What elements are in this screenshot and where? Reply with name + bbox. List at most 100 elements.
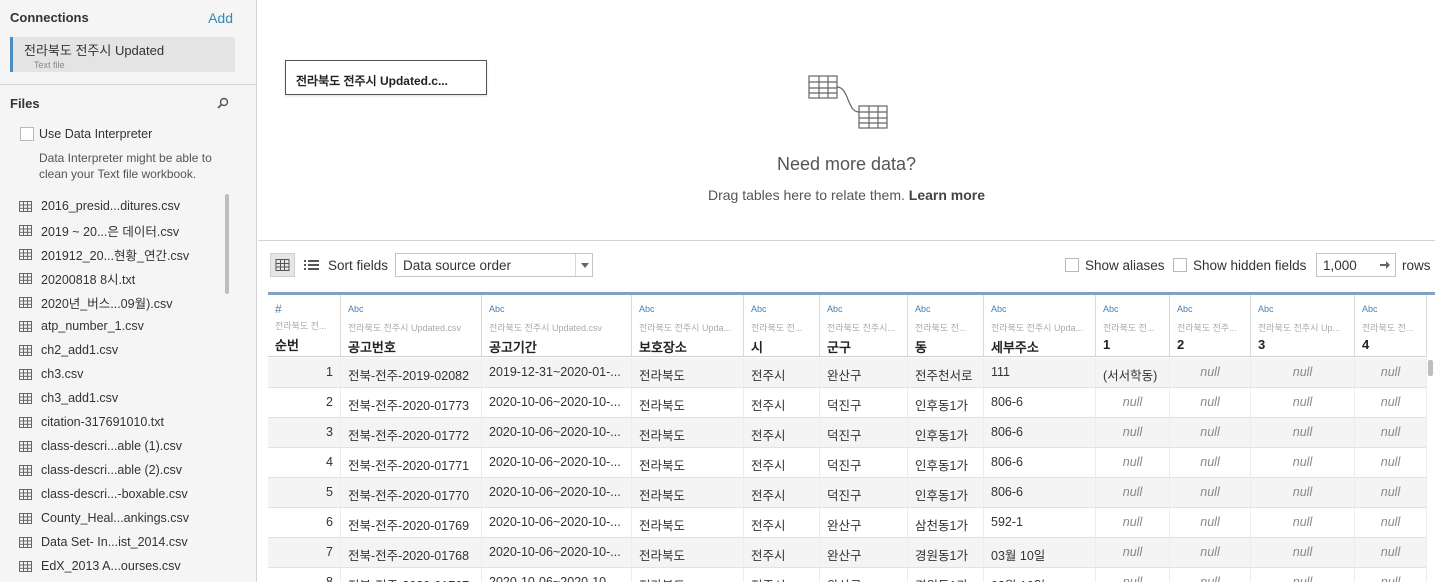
- table-cell: null: [1355, 388, 1427, 418]
- connection-name: 전라북도 전주시 Updated: [24, 43, 165, 58]
- table-cell: null: [1251, 568, 1355, 582]
- rows-count-input[interactable]: 1,000: [1316, 253, 1396, 277]
- file-item[interactable]: 2019 ~ 20...은 데이터.csv: [0, 218, 225, 242]
- column-header[interactable]: Abc 전라북도 전주시 Up... 3: [1251, 295, 1355, 357]
- search-icon[interactable]: [217, 97, 229, 109]
- file-item[interactable]: ch3.csv: [0, 362, 225, 386]
- join-canvas[interactable]: 전라북도 전주시 Updated.c... Need more data? Dr…: [258, 0, 1435, 241]
- table-cell: 2019-12-31~2020-01-...: [482, 358, 632, 388]
- grid-view-button[interactable]: [270, 253, 295, 277]
- table-icon: [19, 296, 32, 308]
- table-icon: [19, 368, 32, 380]
- table-cell: 8: [268, 568, 341, 582]
- table-cell: null: [1355, 358, 1427, 388]
- show-aliases-checkbox[interactable]: [1065, 258, 1079, 272]
- table-row: 5 전북-전주-2020-01770 2020-10-06~2020-10-... 전…: [268, 478, 1427, 508]
- table-cell: 806-6: [984, 388, 1096, 418]
- column-source: 전라북도 전주시 Upda...: [991, 323, 1083, 333]
- grid-scrollbar[interactable]: [1428, 360, 1433, 376]
- column-header[interactable]: Abc 전라북도 전... 시: [744, 295, 820, 357]
- file-item[interactable]: EdX_2013 A...ourses.csv: [0, 554, 225, 578]
- learn-more-link[interactable]: Learn more: [909, 187, 985, 203]
- table-cell: 전북-전주-2019-02082: [341, 358, 482, 388]
- table-card[interactable]: 전라북도 전주시 Updated.c...: [285, 60, 487, 95]
- table-cell: null: [1096, 478, 1170, 508]
- file-item[interactable]: 20200818 8시.txt: [0, 266, 225, 290]
- use-data-interpreter-checkbox[interactable]: [20, 127, 34, 141]
- table-cell: 2020-10-06~2020-10-...: [482, 568, 632, 582]
- rows-label: rows: [1402, 258, 1431, 273]
- table-cell: null: [1170, 538, 1251, 568]
- table-cell: 전라북도: [632, 508, 744, 538]
- rows-count-value: 1,000: [1323, 258, 1357, 273]
- table-icon: [19, 320, 32, 332]
- table-cell: 전주시: [744, 478, 820, 508]
- table-cell: 전주시: [744, 508, 820, 538]
- file-item[interactable]: ch3_add1.csv: [0, 386, 225, 410]
- file-name: 2020년_버스...09월).csv: [41, 296, 173, 311]
- data-grid: # 전라북도 전... 순번 Abc 전라북도 전주시 Updated.csv 공고번호 A…: [258, 292, 1435, 582]
- table-cell: (서서학동): [1096, 358, 1170, 388]
- arrow-right-icon[interactable]: [1379, 259, 1391, 271]
- table-cell: 전라북도: [632, 448, 744, 478]
- file-item[interactable]: ch2_add1.csv: [0, 338, 225, 362]
- column-header[interactable]: # 전라북도 전... 순번: [268, 295, 341, 357]
- table-cell: 덕진구: [820, 418, 908, 448]
- field-type-icon: Abc: [751, 304, 767, 314]
- sort-fields-dropdown[interactable]: Data source order: [395, 253, 593, 277]
- table-cell: 전북-전주-2020-01772: [341, 418, 482, 448]
- file-item[interactable]: atp_number_1.csv: [0, 314, 225, 338]
- file-item[interactable]: County_Heal...ankings.csv: [0, 506, 225, 530]
- file-item[interactable]: class-descri...-boxable.csv: [0, 482, 225, 506]
- table-cell: 2020-10-06~2020-10-...: [482, 508, 632, 538]
- table-cell: 전주시: [744, 358, 820, 388]
- show-hidden-fields-checkbox[interactable]: [1173, 258, 1187, 272]
- file-list-scrollbar[interactable]: [225, 194, 229, 294]
- table-cell: null: [1251, 418, 1355, 448]
- file-item[interactable]: 2016_presid...ditures.csv: [0, 194, 225, 218]
- column-header[interactable]: Abc 전라북도 전... 4: [1355, 295, 1427, 357]
- table-row: 2 전북-전주-2020-01773 2020-10-06~2020-10-... 전…: [268, 388, 1427, 418]
- column-name: 군구: [827, 340, 851, 355]
- table-cell: 2: [268, 388, 341, 418]
- table-cell: 전북-전주-2020-01769: [341, 508, 482, 538]
- field-type-icon: Abc: [827, 304, 843, 314]
- column-header[interactable]: Abc 전라북도 전주시... 군구: [820, 295, 908, 357]
- table-cell: 전북-전주-2020-01771: [341, 448, 482, 478]
- connection-item[interactable]: 전라북도 전주시 Updated Text file: [10, 37, 235, 72]
- file-name: citation-317691010.txt: [41, 415, 165, 429]
- field-type-icon: Abc: [1103, 304, 1119, 314]
- list-view-button[interactable]: [301, 253, 323, 277]
- table-cell: null: [1096, 448, 1170, 478]
- show-aliases-label: Show aliases: [1085, 258, 1165, 273]
- table-cell: 전라북도: [632, 418, 744, 448]
- section-divider: [0, 84, 256, 85]
- table-cell: 인후동1가: [908, 478, 984, 508]
- table-cell: null: [1096, 388, 1170, 418]
- file-item[interactable]: class-descri...able (1).csv: [0, 434, 225, 458]
- column-header[interactable]: Abc 전라북도 전... 1: [1096, 295, 1170, 357]
- file-item[interactable]: citation-317691010.txt: [0, 410, 225, 434]
- table-cell: 2020-10-06~2020-10-...: [482, 448, 632, 478]
- column-name: 공고기간: [489, 340, 537, 355]
- table-cell: 전북-전주-2020-01768: [341, 538, 482, 568]
- table-cell: null: [1251, 478, 1355, 508]
- add-connection-link[interactable]: Add: [208, 10, 233, 26]
- column-header[interactable]: Abc 전라북도 전주... 2: [1170, 295, 1251, 357]
- table-icon: [19, 488, 32, 500]
- file-item[interactable]: Data Set- In...ist_2014.csv: [0, 530, 225, 554]
- column-header[interactable]: Abc 전라북도 전... 동: [908, 295, 984, 357]
- column-name: 시: [751, 340, 763, 355]
- file-item[interactable]: 201912_20...현황_연간.csv: [0, 242, 225, 266]
- column-header[interactable]: Abc 전라북도 전주시 Updated.csv 공고기간: [482, 295, 632, 357]
- column-header[interactable]: Abc 전라북도 전주시 Upda... 세부주소: [984, 295, 1096, 357]
- file-item[interactable]: 2020년_버스...09월).csv: [0, 290, 225, 314]
- column-header[interactable]: Abc 전라북도 전주시 Upda... 보호장소: [632, 295, 744, 357]
- table-row: 4 전북-전주-2020-01771 2020-10-06~2020-10-... 전…: [268, 448, 1427, 478]
- column-name: 동: [915, 340, 927, 355]
- table-icon: [19, 512, 32, 524]
- column-header[interactable]: Abc 전라북도 전주시 Updated.csv 공고번호: [341, 295, 482, 357]
- file-item[interactable]: class-descri...able (2).csv: [0, 458, 225, 482]
- field-type-icon: Abc: [991, 304, 1007, 314]
- table-row: 8전북-전주-2020-017672020-10-06~2020-10-...전…: [268, 568, 1427, 582]
